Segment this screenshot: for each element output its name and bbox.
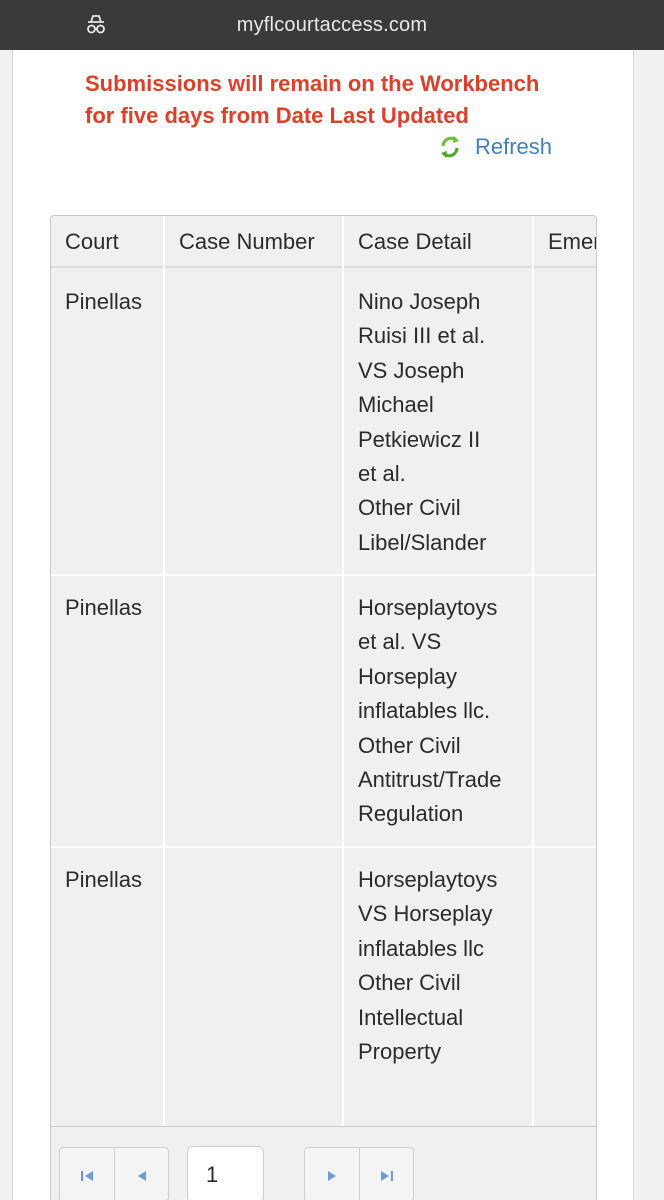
case-detail-line: Other Civil: [358, 732, 461, 758]
column-header-case-detail[interactable]: Case Detail: [344, 216, 472, 268]
column-header-emergency[interactable]: Emerge: [534, 216, 596, 268]
case-detail-line: inflatables llc.: [358, 698, 491, 724]
next-page-button[interactable]: [305, 1148, 359, 1200]
browser-address-bar: myflcourtaccess.com: [0, 0, 664, 50]
pager-back-group: [59, 1147, 169, 1200]
page-number-input[interactable]: [187, 1146, 264, 1200]
refresh-icon: [441, 136, 459, 158]
case-detail-line: Horseplaytoys: [358, 867, 498, 892]
cell-court: Pinellas: [65, 595, 143, 620]
last-page-button[interactable]: [359, 1148, 413, 1200]
case-detail-line: Ruisi III et al.: [358, 323, 486, 349]
case-detail-line: inflatables llc: [358, 935, 484, 961]
case-detail-line: Intellectual: [358, 1004, 464, 1030]
next-page-icon: [328, 1170, 336, 1181]
page-content: Submissions will remain on the Workbench…: [12, 50, 634, 1200]
incognito-icon: [87, 15, 105, 34]
first-page-button[interactable]: [60, 1148, 114, 1200]
notice-line-2: for five days from Date Last Updated: [85, 103, 469, 128]
refresh-label[interactable]: Refresh: [475, 134, 552, 160]
table-row[interactable]: Pinellas Horseplaytoys et al. VS Horsepl…: [51, 576, 596, 848]
last-page-icon: [380, 1170, 393, 1181]
case-detail-line: Other Civil: [358, 970, 461, 996]
prev-page-button[interactable]: [114, 1148, 168, 1200]
case-detail-line: Libel/Slander: [358, 529, 487, 555]
table-row[interactable]: Pinellas Nino Joseph Ruisi III et al. VS…: [51, 268, 596, 576]
cell-court: Pinellas: [65, 289, 143, 314]
case-detail-line: VS Horseplay: [358, 901, 493, 927]
submissions-table: Court Case Number Case Detail Emerge Pin…: [50, 215, 597, 1127]
case-detail-line: Other Civil: [358, 495, 461, 521]
cell-case-detail: Horseplaytoys VS Horseplay inflatables l…: [344, 863, 514, 1069]
prev-page-icon: [137, 1170, 146, 1181]
column-header-case-number[interactable]: Case Number: [165, 216, 315, 268]
case-detail-line: Petkiewicz II: [358, 426, 481, 452]
case-detail-line: Michael: [358, 392, 434, 418]
table-row[interactable]: Pinellas Horseplaytoys VS Horseplay infl…: [51, 848, 596, 1085]
case-detail-line: Antitrust/Trade: [358, 767, 502, 793]
refresh-link[interactable]: Refresh: [437, 134, 552, 160]
address-url[interactable]: myflcourtaccess.com: [237, 14, 428, 37]
case-detail-line: et al. VS: [358, 629, 442, 655]
pagination-bar: [50, 1127, 597, 1200]
pager-forward-group: [304, 1147, 414, 1200]
case-detail-line: Property: [358, 1039, 442, 1065]
column-header-court[interactable]: Court: [51, 216, 119, 268]
notice-line-1: Submissions will remain on the Workbench: [85, 71, 540, 96]
table-header: Court Case Number Case Detail Emerge: [51, 216, 596, 268]
cell-case-detail: Horseplaytoys et al. VS Horseplay inflat…: [344, 591, 514, 832]
case-detail-line: Horseplay: [358, 663, 458, 689]
case-detail-line: VS Joseph: [358, 357, 465, 383]
first-page-icon: [81, 1170, 93, 1181]
cell-case-detail: Nino Joseph Ruisi III et al. VS Joseph M…: [344, 285, 514, 560]
case-detail-line: Regulation: [358, 801, 464, 827]
case-detail-line: et al.: [358, 461, 406, 487]
case-detail-line: Nino Joseph: [358, 289, 481, 314]
case-detail-line: Horseplaytoys: [358, 595, 498, 620]
workbench-notice: Submissions will remain on the Workbench…: [85, 68, 605, 132]
cell-court: Pinellas: [65, 867, 143, 892]
